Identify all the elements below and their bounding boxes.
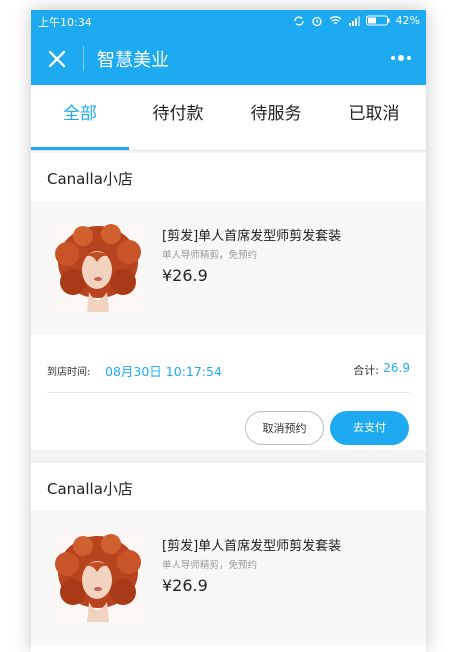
tab-pending-payment[interactable]: 待付款 <box>129 85 227 150</box>
tab-all[interactable]: 全部 <box>31 85 129 150</box>
wifi-icon <box>329 15 342 26</box>
shop-name[interactable]: Canalla小店 <box>47 168 133 189</box>
alarm-icon <box>311 15 323 27</box>
item-title: [剪发]单人首席发型师剪发套装 <box>162 229 342 244</box>
product-image <box>53 532 143 622</box>
sync-icon <box>293 15 305 27</box>
item-title: [剪发]单人首席发型师剪发套装 <box>162 539 342 554</box>
tab-pending-service[interactable]: 待服务 <box>227 85 325 150</box>
item-subtitle: 单人导师精剪，免预约 <box>162 250 258 261</box>
battery-icon <box>365 15 390 26</box>
cancel-appointment-button[interactable]: 取消预约 <box>245 411 324 445</box>
item-price: ¥26.9 <box>162 266 208 285</box>
status-icons: 42% <box>293 14 420 27</box>
total-label: 合计: <box>353 364 379 377</box>
tab-cancelled[interactable]: 已取消 <box>325 85 423 150</box>
order-item[interactable]: [剪发]单人首席发型师剪发套装 单人导师精剪，免预约 ¥26.9 <box>31 201 426 335</box>
order-card: Canalla小店 [剪发]单人首席发型师剪发套装 单人导师精剪，免预约 ¥26… <box>31 463 426 652</box>
order-meta: 到店时间: 08月30日 10:17:54 合计: 26.9 <box>47 359 410 379</box>
tab-label: 待付款 <box>152 104 204 124</box>
tab-label: 全部 <box>63 104 97 124</box>
more-dots-icon <box>391 55 411 61</box>
card-divider <box>47 392 410 393</box>
phone-frame: 上午10:34 42% 智慧美业 全部 待付款 待服务 已取消 Canalla小… <box>31 10 426 652</box>
tab-label: 待服务 <box>250 104 302 124</box>
product-image <box>53 222 143 312</box>
tab-label: 已取消 <box>348 104 400 124</box>
status-time: 上午10:34 <box>38 16 92 29</box>
close-button[interactable] <box>47 49 67 69</box>
tab-active-indicator <box>31 147 129 150</box>
pay-button[interactable]: 去支付 <box>330 411 409 445</box>
order-item[interactable]: [剪发]单人首席发型师剪发套装 单人导师精剪，免预约 ¥26.9 <box>31 511 426 645</box>
header-divider <box>83 46 84 71</box>
order-card: Canalla小店 [剪发]单人首席发型师剪发套装 单人导师精剪，免预约 ¥26… <box>31 153 426 450</box>
more-button[interactable] <box>390 50 412 66</box>
app-header: 智慧美业 <box>31 32 426 85</box>
item-price: ¥26.9 <box>162 576 208 595</box>
arrive-time-value: 08月30日 10:17:54 <box>105 364 222 379</box>
battery-percent: 42% <box>395 14 420 27</box>
tab-bar: 全部 待付款 待服务 已取消 <box>31 85 426 151</box>
close-icon <box>48 50 66 68</box>
item-subtitle: 单人导师精剪，免预约 <box>162 560 258 571</box>
status-bar: 上午10:34 42% <box>31 10 426 32</box>
shop-name[interactable]: Canalla小店 <box>47 478 133 499</box>
signal-icon <box>348 15 360 26</box>
total-value: 26.9 <box>383 361 410 375</box>
arrive-time-label: 到店时间: <box>47 367 91 378</box>
page-title: 智慧美业 <box>97 50 169 71</box>
